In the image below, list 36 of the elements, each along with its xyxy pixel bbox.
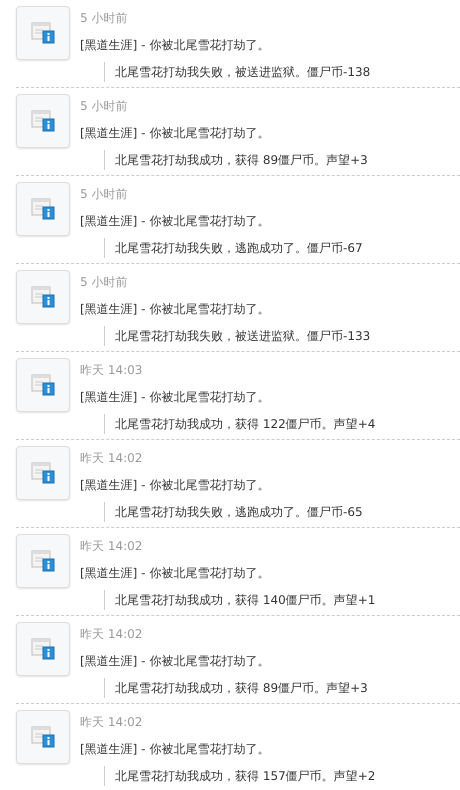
notice-time: 昨天 14:02 bbox=[80, 450, 144, 467]
notice-detail: 北尾雪花打劫我失败，逃跑成功了。僵尸币-65 bbox=[115, 504, 363, 521]
notice-time: 昨天 14:03 bbox=[80, 362, 144, 379]
notice-detail: 北尾雪花打劫我失败，被送进监狱。僵尸币-133 bbox=[115, 328, 370, 345]
notice-title: [黑道生涯] - 你被北尾雪花打劫了。 bbox=[80, 301, 270, 318]
notice-detail: 北尾雪花打劫我成功，获得 157僵尸币。声望+2 bbox=[115, 768, 376, 785]
notice-time: 5 小时前 bbox=[80, 274, 128, 291]
info-window-icon bbox=[31, 374, 55, 396]
info-window-icon bbox=[31, 550, 55, 572]
info-window-icon bbox=[31, 110, 55, 132]
notice-title: [黑道生涯] - 你被北尾雪花打劫了。 bbox=[80, 37, 270, 54]
notice-title: [黑道生涯] - 你被北尾雪花打劫了。 bbox=[80, 565, 270, 582]
notice-time: 昨天 14:02 bbox=[80, 714, 144, 731]
info-window-icon bbox=[31, 198, 55, 220]
notice-detail: 北尾雪花打劫我成功，获得 140僵尸币。声望+1 bbox=[115, 592, 376, 609]
notice-title: [黑道生涯] - 你被北尾雪花打劫了。 bbox=[80, 125, 270, 142]
notice-detail: 北尾雪花打劫我失败，被送进监狱。僵尸币-138 bbox=[115, 64, 370, 81]
info-window-icon bbox=[31, 22, 55, 44]
notice-detail: 北尾雪花打劫我成功，获得 89僵尸币。声望+3 bbox=[115, 680, 368, 697]
notice-title: [黑道生涯] - 你被北尾雪花打劫了。 bbox=[80, 477, 270, 494]
notice-time: 昨天 14:02 bbox=[80, 626, 144, 643]
notice-title: [黑道生涯] - 你被北尾雪花打劫了。 bbox=[80, 653, 270, 670]
notice-title: [黑道生涯] - 你被北尾雪花打劫了。 bbox=[80, 741, 270, 758]
info-window-icon bbox=[31, 726, 55, 748]
notice-time: 5 小时前 bbox=[80, 98, 128, 115]
notice-title: [黑道生涯] - 你被北尾雪花打劫了。 bbox=[80, 213, 270, 230]
notice-time: 昨天 14:02 bbox=[80, 538, 144, 555]
info-window-icon bbox=[31, 462, 55, 484]
info-window-icon bbox=[31, 286, 55, 308]
notice-detail: 北尾雪花打劫我失败，逃跑成功了。僵尸币-67 bbox=[115, 240, 363, 257]
notice-detail: 北尾雪花打劫我成功，获得 122僵尸币。声望+4 bbox=[115, 416, 376, 433]
notice-detail: 北尾雪花打劫我成功，获得 89僵尸币。声望+3 bbox=[115, 152, 368, 169]
notice-title: [黑道生涯] - 你被北尾雪花打劫了。 bbox=[80, 389, 270, 406]
info-window-icon bbox=[31, 638, 55, 660]
notice-time: 5 小时前 bbox=[80, 186, 128, 203]
notice-time: 5 小时前 bbox=[80, 10, 128, 27]
